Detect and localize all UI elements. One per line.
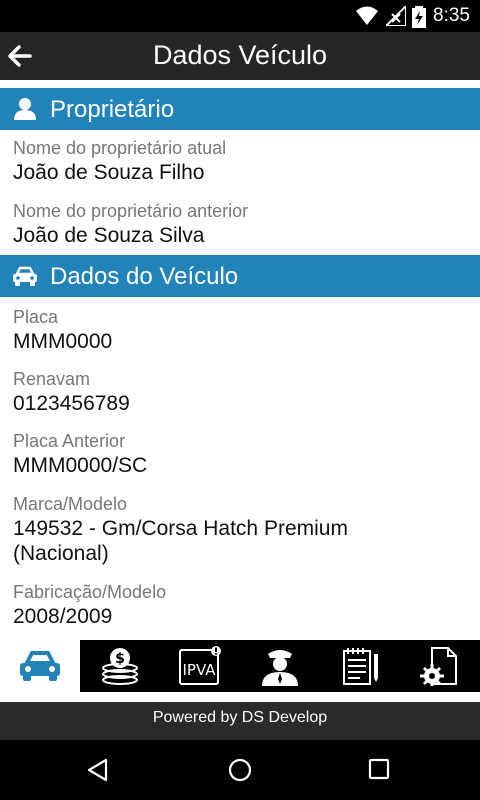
person-icon bbox=[14, 98, 36, 120]
owner-section-header: Proprietário bbox=[0, 88, 480, 130]
field-value: 149532 - Gm/Corsa Hatch Premium (Naciona… bbox=[13, 517, 348, 565]
ipva-icon-label: IPVA bbox=[182, 661, 216, 679]
page-title: Dados Veículo bbox=[152, 40, 328, 70]
field-previous-owner: Nome do proprietário anterior João de So… bbox=[13, 200, 473, 248]
field-value: 0123456789 bbox=[13, 392, 130, 415]
field-label: Placa Anterior bbox=[13, 431, 126, 451]
field-manufacture-model-year: Fabricação/Modelo 2008/2009 bbox=[13, 581, 473, 629]
home-circle-icon[interactable] bbox=[228, 758, 252, 782]
field-value: João de Souza Silva bbox=[13, 224, 205, 247]
system-nav-bar bbox=[0, 740, 480, 800]
field-value: MMM0000 bbox=[13, 330, 113, 353]
field-renavam: Renavam 0123456789 bbox=[13, 368, 473, 416]
field-plate: Placa MMM0000 bbox=[13, 306, 473, 354]
status-time: 8:35 bbox=[433, 5, 470, 26]
field-label: Placa bbox=[13, 307, 59, 327]
status-bar: 8:35 bbox=[0, 0, 480, 32]
bottom-tab-bar: $ IPVA bbox=[0, 640, 480, 692]
field-label: Marca/Modelo bbox=[13, 494, 128, 514]
battery-charging-icon bbox=[412, 6, 426, 28]
settings-document-icon bbox=[420, 647, 457, 686]
officer-icon bbox=[262, 650, 298, 686]
tab-vehicle[interactable] bbox=[0, 640, 80, 692]
wifi-icon bbox=[356, 6, 378, 25]
car-icon bbox=[20, 651, 60, 681]
coins-icon: $ bbox=[102, 648, 138, 685]
field-current-owner: Nome do proprietário atual João de Souza… bbox=[13, 137, 473, 185]
field-label: Nome do proprietário anterior bbox=[13, 201, 249, 221]
car-icon bbox=[13, 266, 37, 286]
powered-by-footer: Powered by DS Develop bbox=[0, 702, 480, 740]
vehicle-section-header: Dados do Veículo bbox=[0, 255, 480, 297]
field-value: João de Souza Filho bbox=[13, 161, 205, 184]
field-make-model: Marca/Modelo 149532 - Gm/Corsa Hatch Pre… bbox=[13, 493, 413, 566]
tab-driver[interactable] bbox=[240, 640, 320, 692]
field-previous-plate: Placa Anterior MMM0000/SC bbox=[13, 430, 473, 478]
tab-settings[interactable] bbox=[400, 640, 480, 692]
recents-square-icon[interactable] bbox=[368, 758, 390, 780]
owner-section-title: Proprietário bbox=[50, 96, 175, 123]
app-bar: Dados Veículo bbox=[0, 32, 480, 80]
signal-icon bbox=[386, 6, 406, 26]
ipva-icon: IPVA bbox=[179, 646, 221, 685]
field-label: Nome do proprietário atual bbox=[13, 138, 227, 158]
field-value: MMM0000/SC bbox=[13, 454, 148, 477]
field-label: Fabricação/Modelo bbox=[13, 582, 167, 602]
tab-fines[interactable]: $ bbox=[80, 640, 160, 692]
tab-notes[interactable] bbox=[320, 640, 400, 692]
field-label: Renavam bbox=[13, 369, 91, 389]
vehicle-section-title: Dados do Veículo bbox=[50, 263, 239, 290]
back-triangle-icon[interactable] bbox=[86, 758, 110, 782]
field-value: 2008/2009 bbox=[13, 605, 113, 628]
tab-ipva[interactable]: IPVA bbox=[160, 640, 240, 692]
svg-text:$: $ bbox=[115, 651, 125, 667]
notepad-icon bbox=[343, 648, 378, 685]
